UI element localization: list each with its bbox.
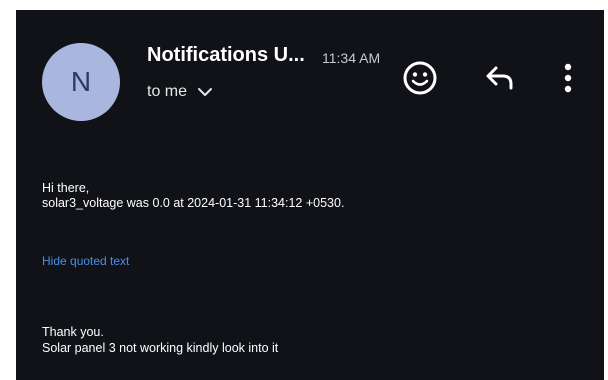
- message-thanks: Thank you.: [42, 325, 104, 339]
- sender-name[interactable]: Notifications U...: [147, 44, 305, 67]
- more-options-button[interactable]: [548, 58, 588, 98]
- message-greeting: Hi there,: [42, 181, 90, 195]
- reply-arrow-icon: [483, 63, 517, 93]
- emoji-reaction-button[interactable]: [400, 58, 440, 98]
- chevron-down-icon: [197, 86, 213, 98]
- reply-button[interactable]: [480, 58, 520, 98]
- recipient-details-toggle[interactable]: to me: [147, 83, 213, 101]
- message-note: Solar panel 3 not working kindly look in…: [42, 341, 279, 355]
- avatar-letter: N: [70, 66, 92, 97]
- sender-avatar[interactable]: N: [42, 43, 120, 121]
- message-time: 11:34 AM: [322, 50, 381, 66]
- message-alert-line: solar3_voltage was 0.0 at 2024-01-31 11:…: [42, 196, 345, 210]
- smiley-icon: [402, 60, 438, 96]
- email-view: N Notifications U... 11:34 AM to me Hi t…: [16, 10, 604, 380]
- vertical-dots-icon: [563, 62, 573, 94]
- hide-quoted-text-link[interactable]: Hide quoted text: [42, 254, 129, 268]
- recipient-label: to me: [147, 83, 188, 100]
